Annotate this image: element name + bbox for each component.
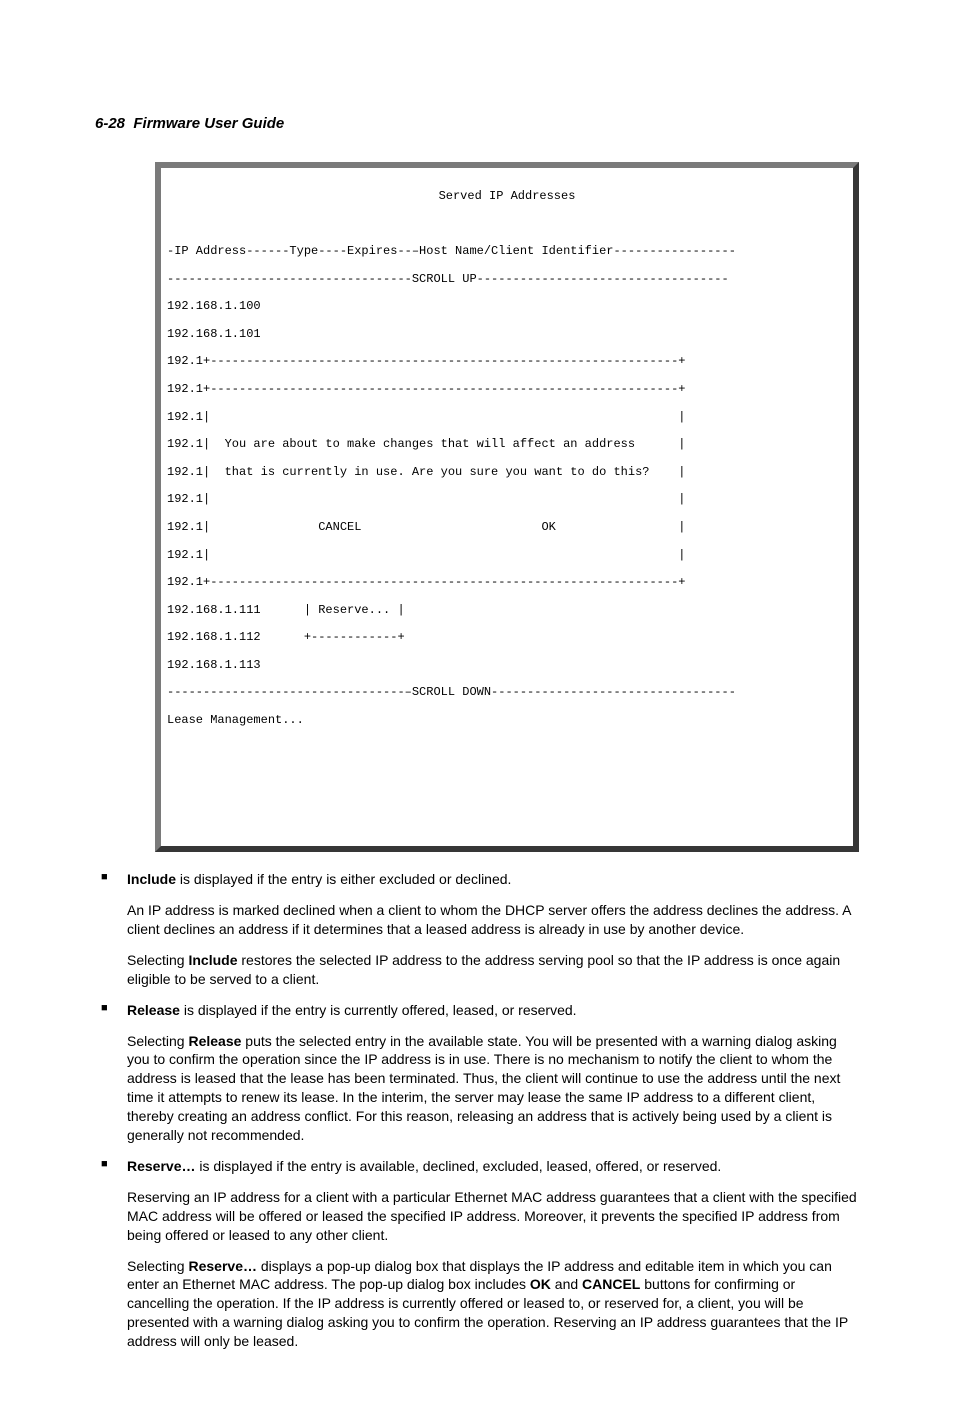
terminal-dialog-line: 192.1| | xyxy=(167,549,847,563)
release-para-1: Selecting Release puts the selected entr… xyxy=(127,1032,859,1145)
terminal-dialog-line: 192.1| | xyxy=(167,493,847,507)
reserve-term: Reserve… xyxy=(127,1158,196,1174)
reserve-lead: Reserve… is displayed if the entry is av… xyxy=(127,1157,859,1176)
terminal-blank xyxy=(167,217,847,231)
terminal-title: Served IP Addresses xyxy=(167,190,847,204)
terminal-ip-reserve: 192.168.1.111 | Reserve... | xyxy=(167,604,847,618)
list-item-reserve: Reserve… is displayed if the entry is av… xyxy=(95,1157,859,1351)
bullet-list: Include is displayed if the entry is eit… xyxy=(95,870,859,1351)
terminal-blank xyxy=(167,742,847,756)
page-number: 6-28 xyxy=(95,115,125,132)
terminal-screenshot: Served IP Addresses -IP Address------Typ… xyxy=(155,162,859,852)
terminal-dialog-border: 192.1+----------------------------------… xyxy=(167,355,847,369)
terminal-columns: -IP Address------Type----Expires--–Host … xyxy=(167,245,847,259)
terminal-scroll-down: ---------------------------------–SCROLL… xyxy=(167,686,847,700)
include-rest: is displayed if the entry is either excl… xyxy=(176,871,511,887)
terminal-dialog-msg: 192.1| that is currently in use. Are you… xyxy=(167,466,847,480)
terminal-dialog-border: 192.1+----------------------------------… xyxy=(167,383,847,397)
include-term: Include xyxy=(127,871,176,887)
terminal-ip-row: 192.168.1.101 xyxy=(167,328,847,342)
document-page: 6-28 Firmware User Guide Served IP Addre… xyxy=(0,0,954,1423)
terminal-scroll-up: ----------------------------------SCROLL… xyxy=(167,273,847,287)
terminal-ip-row: 192.168.1.113 xyxy=(167,659,847,673)
reserve-para-2: Selecting Reserve… displays a pop-up dia… xyxy=(127,1257,859,1351)
terminal-dialog-line: 192.1| | xyxy=(167,411,847,425)
page-header: 6-28 Firmware User Guide xyxy=(95,115,859,132)
terminal-blank xyxy=(167,769,847,783)
terminal-dialog-msg: 192.1| You are about to make changes tha… xyxy=(167,438,847,452)
terminal-blank xyxy=(167,797,847,811)
include-lead: Include is displayed if the entry is eit… xyxy=(127,870,859,889)
terminal-lease-mgmt: Lease Management... xyxy=(167,714,847,728)
page-title: Firmware User Guide xyxy=(133,115,284,132)
terminal-ip-row: 192.168.1.100 xyxy=(167,300,847,314)
list-item-release: Release is displayed if the entry is cur… xyxy=(95,1001,859,1145)
terminal-dialog-buttons: 192.1| CANCEL OK | xyxy=(167,521,847,535)
release-rest: is displayed if the entry is currently o… xyxy=(180,1002,577,1018)
include-para-1: An IP address is marked declined when a … xyxy=(127,901,859,939)
release-term: Release xyxy=(127,1002,180,1018)
terminal-ip-row: 192.168.1.112 +------------+ xyxy=(167,631,847,645)
include-para-2: Selecting Include restores the selected … xyxy=(127,951,859,989)
reserve-rest: is displayed if the entry is available, … xyxy=(196,1158,722,1174)
reserve-para-1: Reserving an IP address for a client wit… xyxy=(127,1188,859,1245)
list-item-include: Include is displayed if the entry is eit… xyxy=(95,870,859,988)
release-lead: Release is displayed if the entry is cur… xyxy=(127,1001,859,1020)
terminal-dialog-border: 192.1+----------------------------------… xyxy=(167,576,847,590)
